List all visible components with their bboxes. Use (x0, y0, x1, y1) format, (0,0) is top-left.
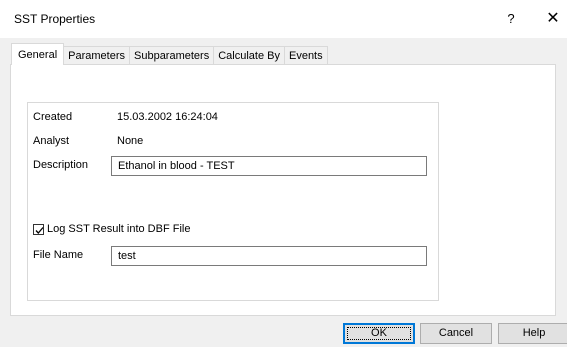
window-title: SST Properties (14, 12, 96, 26)
title-bar: SST Properties ? ✕ (0, 0, 567, 38)
log-sst-checkbox-label[interactable]: Log SST Result into DBF File (47, 223, 190, 235)
description-input[interactable]: Ethanol in blood - TEST (111, 156, 427, 176)
cancel-button-label: Cancel (438, 327, 474, 339)
description-label: Description (33, 159, 89, 171)
created-value: 15.03.2002 16:24:04 (117, 111, 218, 123)
cancel-button[interactable]: Cancel (420, 323, 492, 344)
tab-calculate-by[interactable]: Calculate By (213, 46, 285, 65)
filename-label: File Name (33, 249, 84, 261)
close-icon[interactable]: ✕ (545, 9, 561, 29)
analyst-value: None (117, 135, 144, 147)
ok-button[interactable]: OK (343, 323, 415, 344)
checkmark-icon (35, 227, 44, 234)
help-button[interactable]: Help (498, 323, 567, 344)
help-button-label: Help (522, 327, 546, 339)
filename-input[interactable]: test (111, 246, 427, 266)
analyst-label: Analyst (33, 135, 70, 147)
tab-events[interactable]: Events (283, 46, 328, 65)
general-group-box (27, 102, 439, 301)
log-sst-checkbox[interactable] (33, 224, 44, 235)
tab-general[interactable]: General (11, 43, 65, 65)
created-label: Created (33, 111, 73, 123)
tab-strip: General Parameters Subparameters Calcula… (11, 43, 328, 65)
focus-rectangle (347, 327, 411, 340)
tab-parameters[interactable]: Parameters (63, 46, 130, 65)
tab-subparameters[interactable]: Subparameters (129, 46, 215, 65)
help-question-icon[interactable]: ? (504, 9, 518, 29)
